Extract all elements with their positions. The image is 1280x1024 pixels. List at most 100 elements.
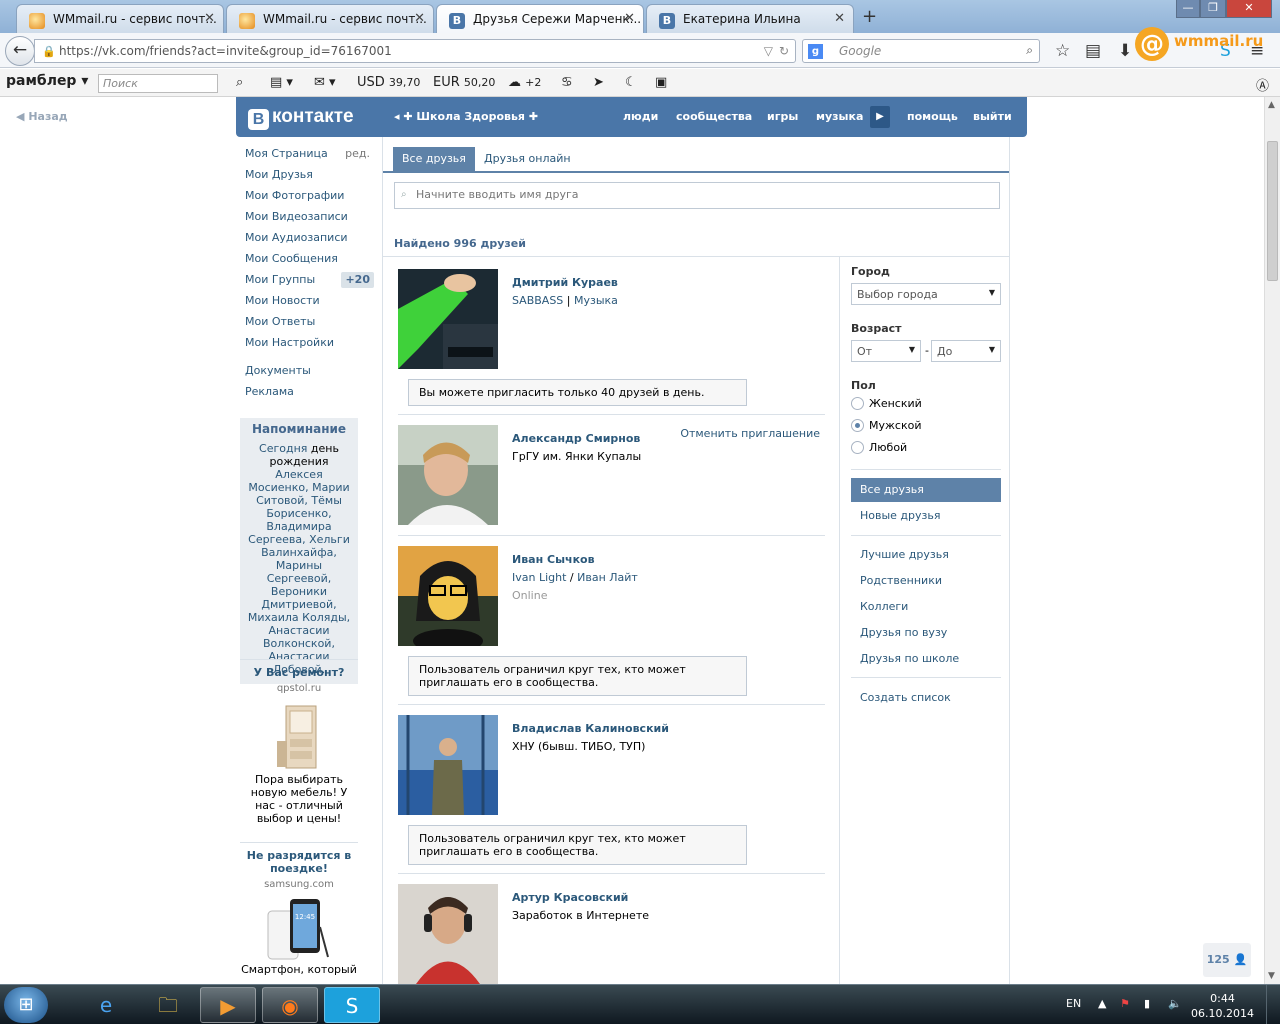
address-bar[interactable]: 🔒 https://vk.com/friends?act=invite&grou…	[34, 39, 796, 63]
search-icon[interactable]: ⌕	[236, 75, 243, 90]
sex-radio-any[interactable]: Любой	[851, 441, 907, 454]
scroll-thumb[interactable]	[1267, 141, 1278, 281]
ad-title[interactable]: У Вас ремонт?	[240, 666, 358, 679]
list-new-friends[interactable]: Новые друзья	[851, 504, 1001, 528]
menu-my-page[interactable]: Моя Страница ред.	[240, 143, 378, 164]
list-colleagues[interactable]: Коллеги	[851, 595, 1001, 619]
explorer-icon[interactable]: 🗀	[140, 987, 196, 1023]
volume-icon[interactable]: 🔈	[1168, 997, 1182, 1010]
cancel-invite-link[interactable]: Отменить приглашение	[680, 427, 820, 440]
edit-link[interactable]: ред.	[345, 143, 370, 164]
friend-info-link[interactable]: SABBASS	[512, 294, 563, 307]
show-desktop-button[interactable]	[1266, 985, 1280, 1024]
age-to-select[interactable]: До ▼	[931, 340, 1001, 362]
restore-button[interactable]: ❐	[1200, 0, 1226, 18]
list-university-friends[interactable]: Друзья по вузу	[851, 621, 1001, 645]
horoscope-icon[interactable]: ♋	[561, 75, 573, 90]
friend-avatar[interactable]	[398, 269, 498, 369]
tv-icon[interactable]: ▣	[655, 75, 667, 90]
friend-avatar[interactable]	[398, 884, 498, 984]
document-icon[interactable]: ▤ ▾	[270, 75, 293, 90]
list-relatives[interactable]: Родственники	[851, 569, 1001, 593]
rambler-search-input[interactable]: Поиск	[98, 74, 218, 93]
radio-circle-checked[interactable]	[851, 419, 864, 432]
menu-my-settings[interactable]: Мои Настройки	[240, 332, 378, 353]
groups-badge[interactable]: +20	[341, 272, 374, 288]
page-scrollbar[interactable]: ▲ ▼	[1264, 97, 1280, 984]
menu-my-groups[interactable]: Мои Группы +20	[240, 269, 378, 290]
list-best-friends[interactable]: Лучшие друзья	[851, 543, 1001, 567]
menu-documents[interactable]: Документы	[240, 360, 378, 381]
window-close-button[interactable]: ✕	[1226, 0, 1272, 18]
online-counter[interactable]: 125 👤	[1203, 943, 1251, 977]
wmmail-logo[interactable]: @ wmmail.ru	[1130, 22, 1270, 62]
new-tab-button[interactable]: +	[862, 6, 877, 27]
menu-ads[interactable]: Реклама	[240, 381, 378, 402]
friend-name[interactable]: Артур Красовский	[512, 891, 628, 904]
friend-name[interactable]: Дмитрий Кураев	[512, 276, 618, 289]
browser-tab[interactable]: WMmail.ru - сервис почт... ✕	[16, 4, 224, 33]
weather[interactable]: ☁ +2	[508, 75, 541, 90]
list-all-friends[interactable]: Все друзья	[851, 478, 1001, 502]
friend-name[interactable]: Александр Смирнов	[512, 432, 640, 445]
close-icon[interactable]: ✕	[204, 11, 215, 26]
nav-help[interactable]: помощь	[907, 110, 958, 123]
ie-icon[interactable]: e	[78, 987, 134, 1023]
friend-avatar[interactable]	[398, 715, 498, 815]
reminder-names[interactable]: Алексея Мосиенко, Марии Ситовой, Тёмы Бо…	[248, 468, 350, 676]
create-list-link[interactable]: Создать список	[851, 686, 1001, 710]
sex-radio-female[interactable]: Женский	[851, 397, 922, 410]
rambler-brand[interactable]: рамблер ▾	[6, 73, 88, 89]
menu-my-photos[interactable]: Мои Фотографии	[240, 185, 378, 206]
nav-communities[interactable]: сообщества	[676, 110, 752, 123]
bookmarks-list-icon[interactable]: ▤	[1085, 41, 1101, 61]
rambler-logo-icon[interactable]: Ⓐ	[1256, 75, 1269, 94]
tray-expand-icon[interactable]: ▲	[1098, 997, 1106, 1010]
tab-all-friends[interactable]: Все друзья	[393, 147, 475, 171]
city-select[interactable]: Выбор города ▼	[851, 283, 1001, 305]
friend-avatar[interactable]	[398, 546, 498, 646]
moon-icon[interactable]: ☾	[625, 75, 637, 90]
mail-icon[interactable]: ✉ ▾	[314, 75, 336, 90]
friend-info-link[interactable]: Иван Лайт	[577, 571, 638, 584]
nav-games[interactable]: игры	[767, 110, 798, 123]
search-bar[interactable]: g Google ⌕	[802, 39, 1040, 63]
start-button[interactable]: ⊞	[4, 987, 48, 1023]
ad-block[interactable]: У Вас ремонт? qpstol.ru Пора выбирать но…	[240, 659, 358, 825]
browser-tab-active[interactable]: B Друзья Сережи Марченк... ✕	[436, 4, 644, 33]
friend-search-input[interactable]: ⌕ Начните вводить имя друга	[394, 182, 1000, 209]
nav-music[interactable]: музыка	[816, 110, 863, 123]
smartphone-image[interactable]: 12:45	[254, 897, 344, 963]
usd-rate[interactable]: USD 39,70	[357, 75, 420, 90]
friend-info-link[interactable]: Музыка	[574, 294, 618, 307]
menu-my-answers[interactable]: Мои Ответы	[240, 311, 378, 332]
vk-logo[interactable]: Bконтакте	[248, 106, 354, 130]
furniture-image[interactable]	[274, 701, 324, 771]
language-indicator[interactable]: EN	[1066, 997, 1081, 1010]
reload-icon[interactable]: ↻	[779, 44, 789, 58]
play-icon[interactable]: ▶	[870, 106, 890, 128]
browser-back-button[interactable]: ←	[5, 36, 35, 66]
dropdown-icon[interactable]: ▽	[764, 44, 773, 58]
skype-icon[interactable]: S	[324, 987, 380, 1023]
friend-name[interactable]: Владислав Калиновский	[512, 722, 669, 735]
ad-block[interactable]: Не разрядится в поездке! samsung.com 12:…	[240, 842, 358, 976]
close-icon[interactable]: ✕	[834, 11, 845, 26]
media-player-icon[interactable]: ▶	[200, 987, 256, 1023]
bookmark-star-icon[interactable]: ☆	[1055, 41, 1070, 61]
signal-icon[interactable]: ▮	[1144, 997, 1150, 1010]
list-school-friends[interactable]: Друзья по школе	[851, 647, 1001, 671]
minimize-button[interactable]: —	[1176, 0, 1200, 18]
browser-tab[interactable]: WMmail.ru - сервис почт... ✕	[226, 4, 434, 33]
age-from-select[interactable]: От ▼	[851, 340, 921, 362]
menu-my-news[interactable]: Мои Новости	[240, 290, 378, 311]
close-icon[interactable]: ✕	[414, 11, 425, 26]
close-icon[interactable]: ✕	[624, 11, 635, 26]
ad-title[interactable]: Не разрядится в поездке!	[240, 849, 358, 875]
scroll-up-icon[interactable]: ▲	[1268, 100, 1275, 110]
search-icon[interactable]: ⌕	[1026, 43, 1033, 58]
friend-info-link[interactable]: Ivan Light	[512, 571, 566, 584]
browser-tab[interactable]: B Екатерина Ильина ✕	[646, 4, 854, 33]
sex-radio-male[interactable]: Мужской	[851, 419, 921, 432]
radio-circle[interactable]	[851, 397, 864, 410]
